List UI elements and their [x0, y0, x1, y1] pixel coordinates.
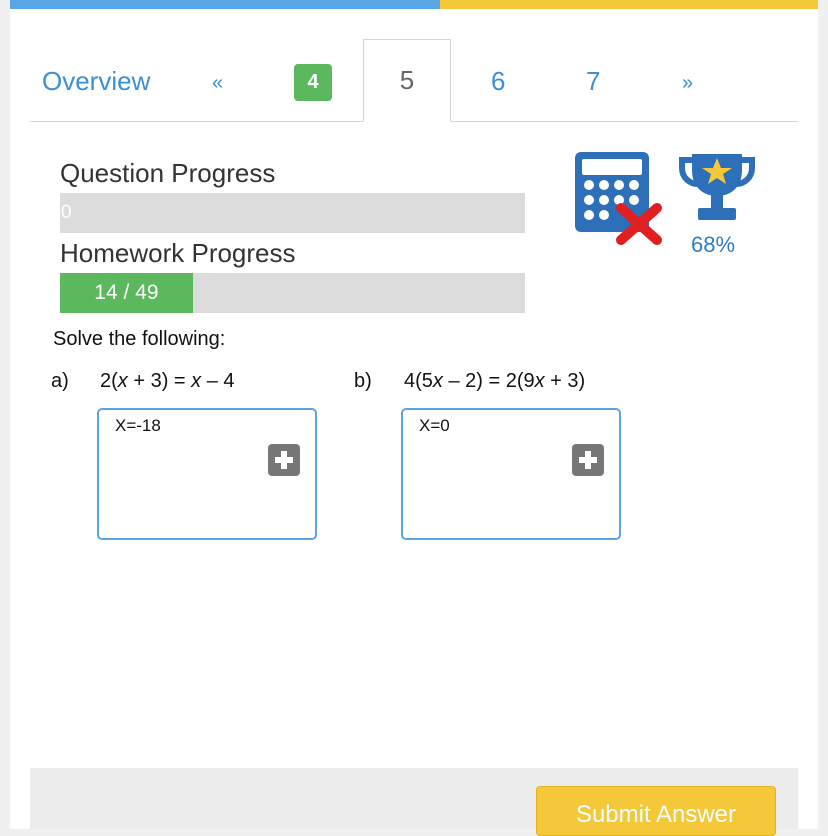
- plus-icon[interactable]: [572, 444, 604, 476]
- footer: Submit Answer: [30, 768, 798, 836]
- question-b-equation: 4(5x – 2) = 2(9x + 3): [404, 370, 586, 392]
- answer-box-a[interactable]: X=-18: [97, 408, 317, 540]
- question-progress-value: 0: [61, 202, 72, 223]
- question-b-letter: b): [354, 370, 372, 392]
- answer-box-b[interactable]: X=0: [401, 408, 621, 540]
- homework-progress-fill: 14 / 49: [60, 273, 193, 313]
- answer-b-text: X=0: [419, 416, 450, 435]
- question-progress-bar: 0: [60, 193, 525, 233]
- homework-progress-label: Homework Progress: [60, 238, 296, 268]
- tab-next[interactable]: »: [682, 72, 693, 95]
- tab-6[interactable]: 6: [491, 66, 505, 97]
- question-a-equation: 2(x + 3) = x – 4: [100, 370, 235, 392]
- progress-bar-top-yellow: [440, 0, 818, 9]
- tab-7[interactable]: 7: [586, 66, 600, 97]
- page: Overview « 4 5 6 7 » Question Progress 0…: [10, 0, 818, 836]
- tab-prev[interactable]: «: [212, 72, 223, 95]
- score-percent: 68%: [691, 232, 736, 257]
- question-progress-label: Question Progress: [60, 158, 276, 188]
- tab-overview[interactable]: Overview: [42, 66, 150, 97]
- instructions: Solve the following:: [53, 328, 226, 350]
- tab-4[interactable]: 4: [294, 64, 332, 101]
- tab-5-active[interactable]: 5: [363, 39, 451, 122]
- plus-icon[interactable]: [268, 444, 300, 476]
- calculator-not-allowed-icon: [575, 152, 662, 245]
- answer-a-text: X=-18: [115, 416, 161, 435]
- homework-progress-bar: 14 / 49: [60, 273, 525, 313]
- progress-bar-top-blue: [10, 0, 440, 9]
- question-a-letter: a): [51, 370, 69, 392]
- trophy-icon: [679, 154, 755, 220]
